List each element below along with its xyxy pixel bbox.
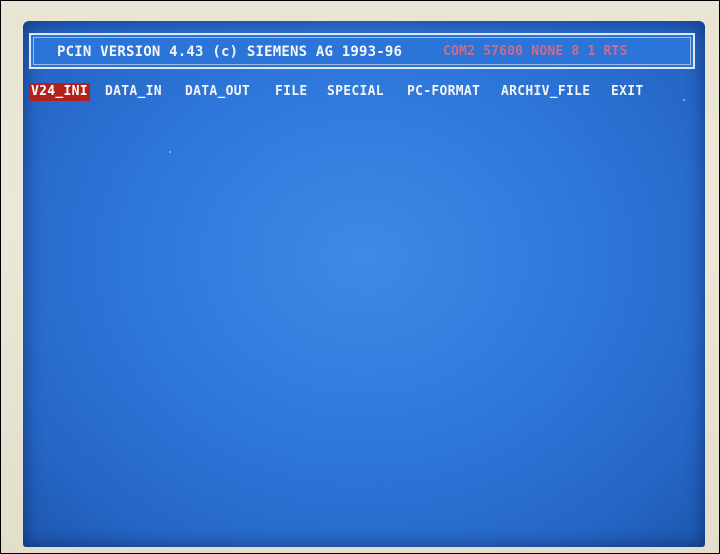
title-bar: PCIN VERSION 4.43 (c) SIEMENS AG 1993-96…: [29, 33, 695, 69]
menu-item-data-in[interactable]: DATA_IN: [103, 83, 164, 101]
screen-speck: [683, 99, 685, 101]
photo-frame: PCIN VERSION 4.43 (c) SIEMENS AG 1993-96…: [0, 0, 720, 554]
program-title: PCIN VERSION 4.43 (c) SIEMENS AG 1993-96: [57, 44, 403, 60]
dos-screen: PCIN VERSION 4.43 (c) SIEMENS AG 1993-96…: [23, 21, 705, 547]
port-settings-status: COM2 57600 NONE 8 1 RTS: [443, 44, 628, 59]
menu-item-exit[interactable]: EXIT: [609, 83, 646, 101]
menu-item-special[interactable]: SPECIAL: [325, 83, 386, 101]
menu-item-file[interactable]: FILE: [273, 83, 310, 101]
menu-item-v24-ini[interactable]: V24_INI: [29, 83, 90, 101]
screen-speck: [169, 151, 171, 153]
menu-item-archiv-file[interactable]: ARCHIV_FILE: [499, 83, 592, 101]
menu-item-pc-format[interactable]: PC-FORMAT: [405, 83, 482, 101]
menu-item-data-out[interactable]: DATA_OUT: [183, 83, 252, 101]
